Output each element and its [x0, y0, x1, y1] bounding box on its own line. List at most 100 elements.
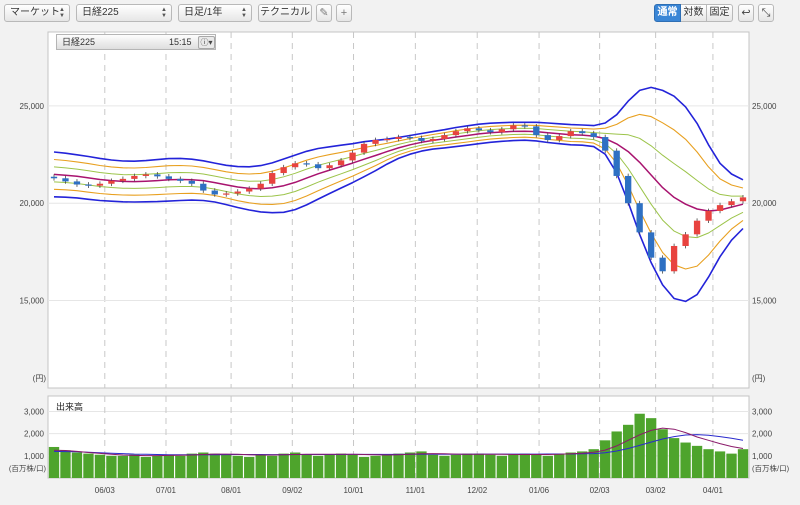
volume-y-tick-left: 3,000	[24, 408, 45, 417]
volume-bar	[691, 445, 703, 478]
volume-chart-panel: 3,000 3,000 2,000 2,000 1,000 1,000 (百万株/口) (…	[0, 394, 800, 500]
view-mode-normal[interactable]: 通常	[654, 4, 681, 22]
candle-body	[521, 125, 528, 127]
candle-body	[131, 175, 138, 179]
volume-bar	[668, 438, 680, 478]
volume-bar	[221, 454, 232, 478]
period-select[interactable]: 日足/1年 ▲ ▼	[178, 4, 252, 22]
candle-body	[372, 139, 379, 144]
volume-bar	[404, 452, 416, 478]
volume-bar	[255, 454, 266, 478]
candle-body	[50, 176, 58, 179]
volume-bar	[358, 456, 370, 478]
candle-body	[269, 173, 276, 184]
info-icon[interactable]: ⓘ▾	[198, 36, 215, 49]
volume-bar	[622, 424, 634, 478]
volume-bar	[267, 455, 278, 478]
undo-icon[interactable]: ↩	[738, 4, 754, 22]
collapse-icon[interactable]: ⤡	[758, 4, 774, 22]
x-tick-label: 06/03	[95, 486, 116, 495]
volume-bar	[244, 456, 255, 478]
symbol-select-label: 日経225	[82, 7, 119, 18]
candle-body	[246, 188, 253, 192]
y-tick-label-left: 15,000	[20, 296, 45, 305]
candle-body	[85, 184, 92, 186]
volume-bar	[163, 454, 175, 478]
price-chart[interactable]: 25,000 25,000 20,000 20,000 15,000 15,000 (円)…	[0, 26, 800, 394]
plot-area	[47, 31, 750, 389]
price-chart-panel: 25,000 25,000 20,000 20,000 15,000 15,000 (円)…	[0, 26, 800, 394]
y-tick-label-right: 15,000	[752, 296, 777, 305]
volume-bar	[737, 449, 749, 478]
volume-bar	[312, 455, 324, 478]
candle-body	[177, 178, 184, 181]
volume-bar	[680, 442, 691, 478]
updown-arrow-icon: ▲ ▼	[161, 7, 167, 19]
volume-bar	[577, 451, 588, 478]
volume-unit-left: (百万株/口)	[9, 463, 47, 473]
candle-body	[73, 181, 81, 185]
volume-bar	[703, 449, 714, 478]
candle-body	[291, 163, 299, 168]
candle-body	[314, 164, 322, 169]
toolbar: マーケット ▲ ▼ 日経225 ▲ ▼ 日足/1年 ▲ ▼ テクニカル ✎ + 通常 …	[0, 0, 800, 26]
volume-bar	[152, 455, 163, 478]
market-select-label: マーケット	[10, 7, 60, 18]
candle-body	[211, 190, 218, 195]
volume-bar	[427, 454, 439, 478]
candle-body	[579, 131, 586, 134]
volume-bar	[473, 453, 485, 478]
volume-bar	[324, 454, 335, 478]
candle-body	[590, 133, 597, 138]
volume-bar	[209, 453, 220, 478]
candle-body	[280, 167, 287, 174]
symbol-legend: 日経225 15:15 ⓘ▾	[56, 34, 216, 50]
x-tick-label: 02/03	[590, 486, 611, 495]
volume-bar	[450, 454, 462, 478]
candle-body	[602, 137, 609, 151]
symbol-select[interactable]: 日経225 ▲ ▼	[76, 4, 172, 22]
candle-body	[556, 136, 563, 140]
candle-body	[716, 205, 724, 211]
market-select[interactable]: マーケット ▲ ▼	[4, 4, 70, 22]
candle-body	[142, 174, 150, 176]
y-tick-label-left: 25,000	[20, 102, 45, 111]
volume-bar	[140, 456, 152, 478]
view-mode-fixed[interactable]: 固定	[707, 4, 733, 22]
volume-bar	[106, 455, 117, 478]
volume-bar	[370, 455, 381, 478]
candle-body	[636, 203, 643, 233]
volume-bar	[485, 454, 496, 478]
volume-bar	[657, 429, 668, 478]
x-tick-label: 03/02	[646, 486, 667, 495]
candle-body	[625, 175, 632, 204]
volume-bar	[462, 453, 473, 478]
x-tick-label: 07/01	[156, 486, 177, 495]
candle-body	[659, 257, 666, 272]
updown-arrow-icon: ▲ ▼	[241, 7, 247, 19]
volume-bar	[600, 440, 611, 478]
candle-body	[498, 129, 506, 133]
candle-body	[510, 125, 517, 130]
view-mode-log[interactable]: 対数	[681, 4, 707, 22]
price-unit-right: (円)	[752, 374, 766, 383]
volume-bar	[301, 454, 312, 478]
volume-bar	[611, 431, 622, 478]
x-tick-label: 01/06	[529, 486, 550, 495]
volume-bar	[129, 454, 140, 478]
x-tick-label: 04/01	[703, 486, 724, 495]
volume-bar	[381, 454, 393, 478]
candle-body	[108, 180, 115, 184]
volume-bar	[232, 455, 243, 478]
candle-body	[234, 191, 241, 194]
technical-button[interactable]: テクニカル	[258, 4, 312, 22]
x-tick-label: 12/02	[467, 486, 488, 495]
volume-chart[interactable]: 3,000 3,000 2,000 2,000 1,000 1,000 (百万株/口) (…	[0, 394, 800, 500]
plus-icon[interactable]: +	[336, 4, 352, 22]
candle-body	[119, 178, 127, 181]
volume-bar	[60, 450, 71, 478]
candle-body	[303, 163, 310, 165]
candle-body	[337, 160, 345, 166]
pencil-icon[interactable]: ✎	[316, 4, 332, 22]
candle-body	[418, 138, 425, 141]
